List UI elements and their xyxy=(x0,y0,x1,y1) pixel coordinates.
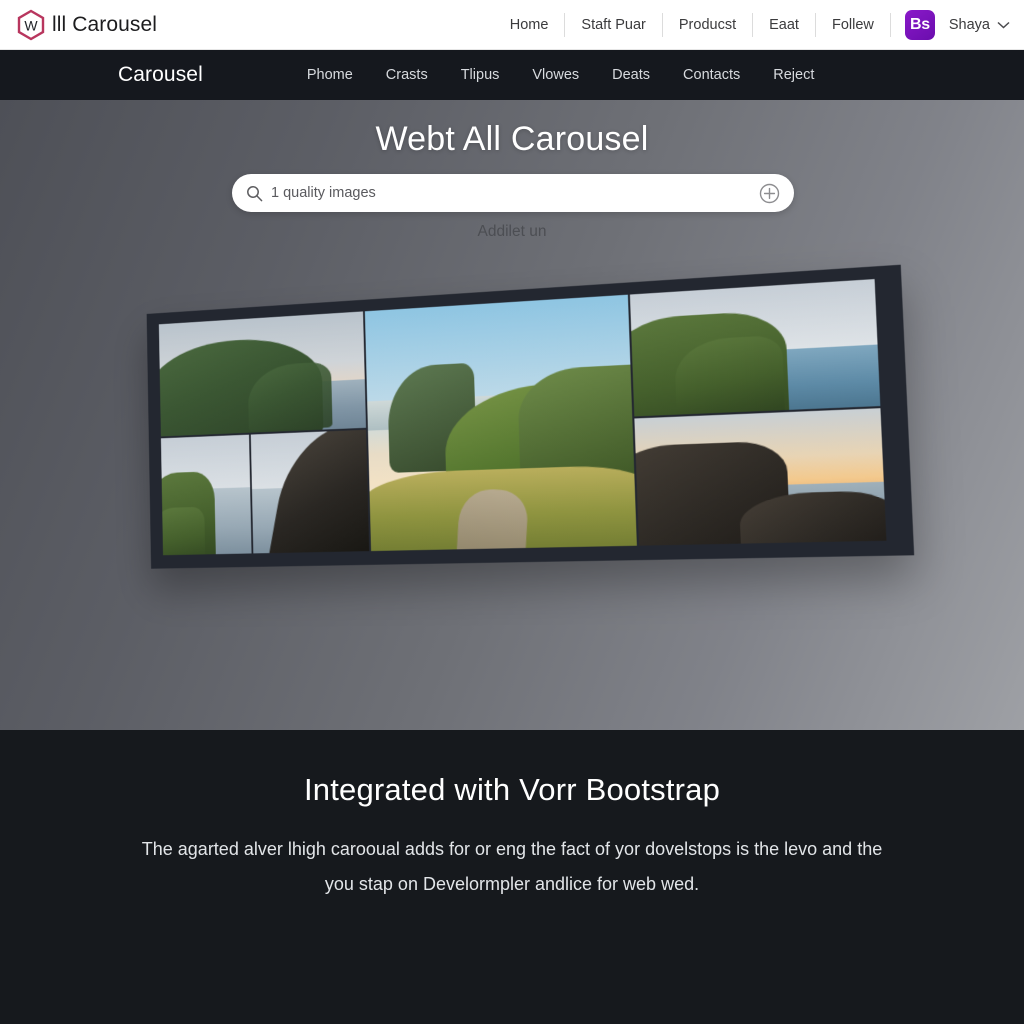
tilted-image-carousel[interactable] xyxy=(146,264,915,569)
hero-subtitle: Addilet un xyxy=(477,223,547,240)
carousel-tile-6[interactable] xyxy=(634,408,887,546)
primary-dark-navbar: Carousel Phome Crasts Tlipus Vlowes Deat… xyxy=(0,50,1024,100)
nav-item-reject[interactable]: Reject xyxy=(773,67,814,83)
hero-section: Webt All Carousel Addilet un xyxy=(0,100,1024,730)
navbar-brand[interactable]: Carousel xyxy=(0,63,203,87)
feature-dark-section: Integrated with Vorr Bootstrap The agart… xyxy=(0,730,1024,1024)
account-menu[interactable]: Shaya xyxy=(949,17,1010,33)
carousel-tile-5[interactable] xyxy=(629,279,881,417)
search-bar[interactable] xyxy=(232,174,794,212)
nav-item-tlipus[interactable]: Tlipus xyxy=(461,67,500,83)
nav-item-vlowes[interactable]: Vlowes xyxy=(532,67,579,83)
top-navigation: Home Staft Puar Producst Eaat Follew Bs … xyxy=(494,9,1024,40)
plus-circle-icon[interactable] xyxy=(759,183,780,204)
top-nav-item-home[interactable]: Home xyxy=(494,12,566,37)
top-nav-item-staft-puar[interactable]: Staft Puar xyxy=(565,12,663,37)
carousel-column-right xyxy=(629,279,887,548)
nav-item-deats[interactable]: Deats xyxy=(612,67,650,83)
search-icon xyxy=(232,185,263,202)
top-nav-links: Home Staft Puar Producst Eaat Follew xyxy=(494,12,891,37)
brand-block[interactable]: W lll Carousel xyxy=(0,8,157,42)
nav-item-contacts[interactable]: Contacts xyxy=(683,67,740,83)
account-name: Shaya xyxy=(948,16,990,33)
carousel-tile-4[interactable] xyxy=(364,294,637,552)
nav-item-crasts[interactable]: Crasts xyxy=(386,67,428,83)
bootstrap-badge[interactable]: Bs xyxy=(904,9,935,40)
hero-title: Webt All Carousel xyxy=(375,120,649,158)
page-root: W lll Carousel Home Staft Puar Producst … xyxy=(0,0,1024,1024)
brand-title: lll Carousel xyxy=(52,12,158,36)
svg-text:W: W xyxy=(24,17,38,33)
carousel-stage xyxy=(110,264,915,590)
carousel-column-center xyxy=(364,294,637,553)
feature-description: The agarted alver lhigh carooual adds fo… xyxy=(141,839,883,894)
top-nav-item-eaat[interactable]: Eaat xyxy=(753,12,816,37)
navbar-links: Phome Crasts Tlipus Vlowes Deats Contact… xyxy=(307,67,815,83)
carousel-subrow-left xyxy=(160,429,370,556)
chevron-down-icon xyxy=(997,21,1010,29)
nav-item-phome[interactable]: Phome xyxy=(307,67,353,83)
top-nav-item-follew[interactable]: Follew xyxy=(816,12,891,37)
carousel-tile-3[interactable] xyxy=(250,429,370,554)
carousel-tile-1[interactable] xyxy=(158,311,367,437)
search-input[interactable] xyxy=(271,185,759,201)
carousel-column-left xyxy=(158,311,370,557)
top-nav-item-producst[interactable]: Producst xyxy=(663,12,754,37)
feature-title: Integrated with Vorr Bootstrap xyxy=(303,772,721,807)
top-utility-bar: W lll Carousel Home Staft Puar Producst … xyxy=(0,0,1024,50)
carousel-tile-2[interactable] xyxy=(160,434,252,556)
hexagon-w-logo-icon: W xyxy=(14,8,48,42)
